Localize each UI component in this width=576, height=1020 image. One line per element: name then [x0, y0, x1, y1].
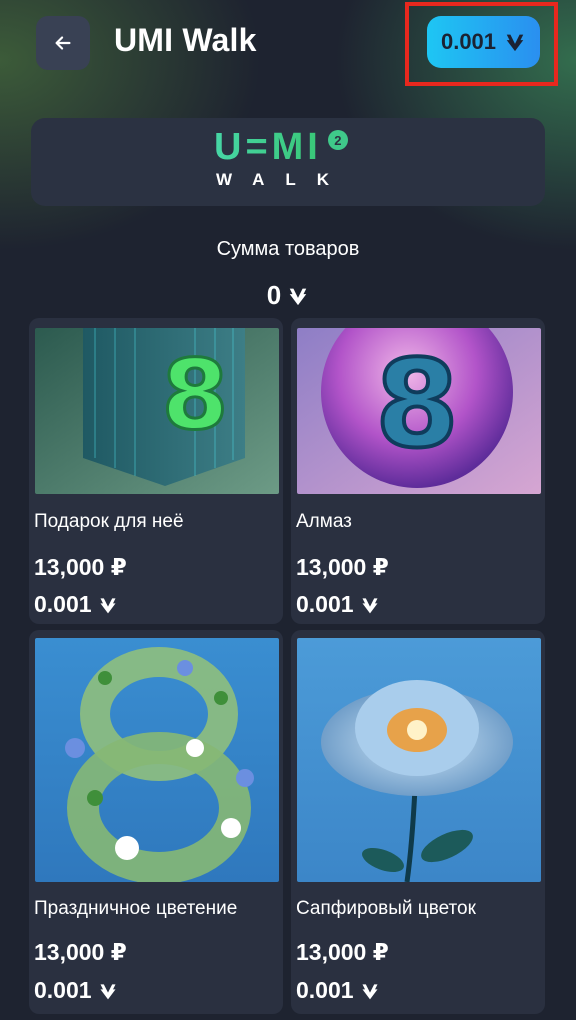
product-name: Подарок для неё — [34, 511, 184, 532]
sum-value-row: 0 — [0, 280, 576, 311]
header: UMI Walk 0.001 — [0, 0, 576, 90]
product-price-rub: 13,000 ₽ — [34, 939, 127, 965]
product-price-umi-row: 0.001 — [296, 591, 380, 618]
umi-walk-logo: U=MI 2 WALK — [214, 128, 394, 202]
product-price-umi: 0.001 — [34, 591, 92, 617]
product-card[interactable]: 8 Подарок для неё 13,000 ₽ 0.001 — [29, 318, 283, 624]
product-price-rub: 13,000 ₽ — [34, 554, 127, 580]
umi-coin-icon — [362, 597, 378, 613]
svg-text:8: 8 — [375, 336, 459, 475]
product-price-umi: 0.001 — [296, 977, 354, 1003]
product-name: Сапфировый цветок — [296, 898, 476, 919]
balance-button[interactable]: 0.001 — [427, 16, 540, 68]
product-price-umi-row: 0.001 — [34, 591, 118, 618]
product-image-gift-for-her: 8 — [35, 328, 279, 494]
product-price-umi-row: 0.001 — [34, 977, 118, 1004]
sum-value: 0 — [266, 280, 282, 310]
logo-subtitle: WALK — [216, 170, 351, 189]
product-image-diamond: 8 — [297, 328, 541, 494]
product-card[interactable]: 8 Алмаз 13,000 ₽ 0.001 — [291, 318, 545, 624]
screen: UMI Walk 0.001 U=MI 2 WALK Сумма товаров… — [0, 0, 576, 1020]
svg-text:8: 8 — [162, 339, 229, 451]
product-price-umi-row: 0.001 — [296, 977, 380, 1004]
back-button[interactable] — [36, 16, 90, 70]
product-price-rub: 13,000 ₽ — [296, 939, 389, 965]
product-card[interactable]: Сапфировый цветок 13,000 ₽ 0.001 — [291, 630, 545, 1014]
umi-coin-icon — [289, 288, 307, 305]
product-name: Праздничное цветение — [34, 898, 238, 919]
balance-value: 0.001 — [440, 29, 497, 54]
product-image-festive-blossom — [35, 638, 279, 882]
arrow-left-icon — [55, 36, 71, 50]
umi-coin-icon — [362, 983, 378, 999]
product-image-sapphire-flower — [297, 638, 541, 882]
page-title: UMI Walk — [114, 22, 257, 58]
logo-badge: 2 — [327, 130, 348, 150]
umi-walk-banner: U=MI 2 WALK — [31, 118, 545, 206]
umi-coin-icon — [100, 983, 116, 999]
product-price-umi: 0.001 — [34, 977, 92, 1003]
sum-label: Сумма товаров — [216, 238, 360, 260]
product-card[interactable]: Праздничное цветение 13,000 ₽ 0.001 — [29, 630, 283, 1014]
product-price-umi: 0.001 — [296, 591, 354, 617]
umi-coin-icon — [100, 597, 116, 613]
product-name: Алмаз — [296, 511, 352, 532]
umi-coin-icon — [506, 34, 524, 52]
logo-word: U=MI — [214, 126, 322, 168]
product-price-rub: 13,000 ₽ — [296, 554, 389, 580]
